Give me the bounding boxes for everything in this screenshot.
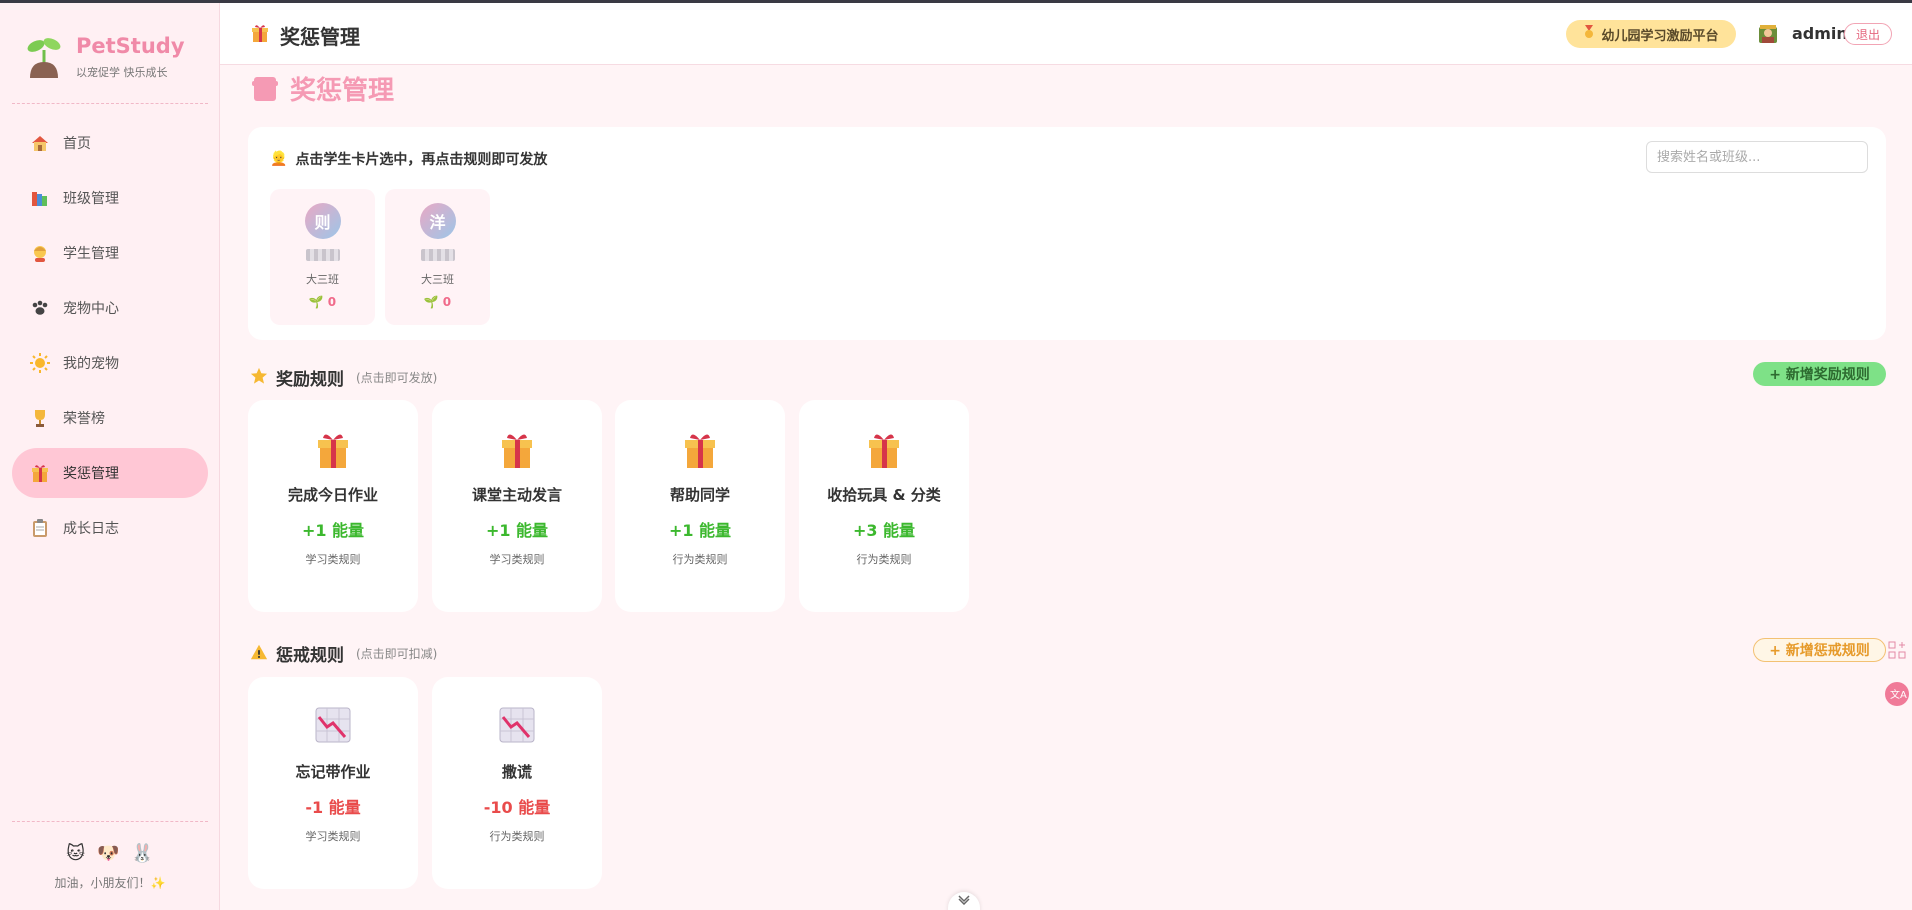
punish-rule-card[interactable]: 忘记带作业 -1 能量 学习类规则	[248, 677, 418, 889]
punish-section-title: 惩戒规则 (点击即可扣减)	[250, 641, 437, 666]
sidebar-item-reward-punishment[interactable]: 奖惩管理	[12, 448, 208, 498]
trophy-icon	[29, 407, 51, 429]
top-border	[0, 0, 1912, 3]
sidebar-item-label: 学生管理	[63, 246, 119, 262]
sidebar-item-my-pet[interactable]: 我的宠物	[12, 338, 208, 388]
gift-icon	[682, 430, 718, 470]
platform-badge: 幼儿园学习激励平台	[1566, 20, 1736, 48]
sidebar-item-home[interactable]: 首页	[12, 118, 208, 168]
sidebar-item-class-management[interactable]: 班级管理	[12, 173, 208, 223]
page-title-text: 奖惩管理	[290, 76, 395, 106]
logout-button[interactable]: 退出	[1844, 23, 1892, 45]
student-search-input[interactable]	[1646, 141, 1868, 173]
sidebar-item-label: 我的宠物	[63, 356, 119, 372]
sidebar-item-label: 宠物中心	[63, 301, 119, 317]
translate-icon[interactable]: 文A	[1883, 680, 1911, 708]
student-avatar: 洋	[419, 203, 456, 239]
sidebar-nav: 首页 班级管理 学生管理 宠物中心 我的宠物 荣誉榜 奖惩管理 成长日志	[12, 118, 208, 558]
add-punish-rule-button[interactable]: + 新增惩戒规则	[1753, 638, 1886, 662]
sidebar-item-growth-log[interactable]: 成长日志	[12, 503, 208, 553]
books-icon	[29, 187, 51, 209]
sidebar-item-label: 成长日志	[63, 521, 119, 537]
child-icon	[29, 242, 51, 264]
sidebar-item-label: 班级管理	[63, 191, 119, 207]
brand-tagline: 以宠促学 快乐成长	[76, 66, 168, 79]
cat-face-icon: 🐱	[66, 843, 85, 864]
top-header: 奖惩管理 幼儿园学习激励平台 admin 退出	[220, 3, 1912, 65]
reward-rule-card[interactable]: 课堂主动发言 +1 能量 学习类规则	[432, 400, 602, 612]
student-class: 大三班	[306, 273, 339, 286]
brand-name: PetStudy	[76, 34, 185, 58]
header-title-text: 奖惩管理	[280, 25, 360, 49]
chart-decreasing-icon	[315, 707, 351, 747]
gift-icon	[866, 430, 902, 470]
dog-face-icon: 🐶	[96, 843, 120, 864]
svg-text:文A: 文A	[1890, 688, 1907, 701]
house-icon	[29, 132, 51, 154]
punish-rule-card[interactable]: 撒谎 -10 能量 行为类规则	[432, 677, 602, 889]
sidebar-item-label: 奖惩管理	[63, 466, 119, 482]
child-icon: 👱	[270, 151, 288, 167]
sidebar-item-label: 荣誉榜	[63, 411, 105, 427]
reward-rule-card[interactable]: 帮助同学 +1 能量 行为类规则	[615, 400, 785, 612]
student-name-blurred	[420, 249, 455, 261]
sidebar: PetStudy 以宠促学 快乐成长 首页 班级管理 学生管理 宠物中心 我的宠…	[0, 0, 220, 910]
sidebar-item-honor-board[interactable]: 荣誉榜	[12, 393, 208, 443]
rabbit-face-icon: 🐰	[131, 843, 154, 864]
sprout-icon: 🌱	[423, 295, 439, 309]
reward-rule-card[interactable]: 完成今日作业 +1 能量 学习类规则	[248, 400, 418, 612]
selection-hint: 👱 点击学生卡片选中，再点击规则即可发放	[270, 151, 548, 168]
warning-icon	[250, 643, 268, 665]
sidebar-footer-divider	[12, 821, 208, 822]
reward-rule-card[interactable]: 收拾玩具 & 分类 +3 能量 行为类规则	[799, 400, 969, 612]
brand[interactable]: PetStudy 以宠促学 快乐成长	[26, 34, 185, 80]
cheer-text: 加油，小朋友们！✨	[54, 876, 166, 890]
student-energy: 🌱 0	[308, 295, 337, 309]
student-selection-panel: 👱 点击学生卡片选中，再点击规则即可发放 则 大三班 🌱0 洋 大三班 🌱0	[248, 127, 1886, 340]
page-title: 奖惩管理	[252, 70, 395, 107]
sidebar-item-student-management[interactable]: 学生管理	[12, 228, 208, 278]
sidebar-divider	[12, 103, 208, 104]
chart-decreasing-icon	[499, 707, 535, 747]
apps-grid-icon[interactable]	[1883, 636, 1911, 664]
student-card[interactable]: 则 大三班 🌱 0	[270, 189, 375, 325]
gift-box-icon	[252, 76, 278, 101]
gift-icon	[250, 23, 270, 48]
sprout-icon: 🌱	[308, 295, 324, 309]
admin-username: admin	[1792, 24, 1848, 43]
reward-section-title: 奖励规则 (点击即可发放)	[250, 365, 437, 390]
student-class: 大三班	[421, 273, 454, 286]
student-avatar: 则	[304, 203, 341, 239]
medal-icon	[1583, 25, 1595, 43]
scroll-down-chevron-icon[interactable]	[948, 892, 980, 910]
add-reward-rule-button[interactable]: + 新增奖励规则	[1753, 362, 1886, 386]
sidebar-footer: 🐱 🐶 🐰 加油，小朋友们！✨	[0, 843, 220, 891]
star-icon	[250, 367, 268, 389]
student-card[interactable]: 洋 大三班 🌱 0	[385, 189, 490, 325]
header-title: 奖惩管理	[250, 21, 360, 50]
sidebar-item-pet-center[interactable]: 宠物中心	[12, 283, 208, 333]
clipboard-icon	[29, 517, 51, 539]
student-energy: 🌱 0	[423, 295, 452, 309]
gift-icon	[499, 430, 535, 470]
sprout-logo-icon	[26, 34, 62, 78]
gift-icon	[315, 430, 351, 470]
paw-icon	[29, 297, 51, 319]
pet-faces: 🐱 🐶 🐰	[0, 843, 220, 864]
gift-icon	[29, 462, 51, 484]
student-name-blurred	[305, 249, 340, 261]
admin-avatar-icon[interactable]	[1757, 23, 1779, 45]
sun-icon	[29, 352, 51, 374]
sidebar-item-label: 首页	[63, 136, 91, 152]
